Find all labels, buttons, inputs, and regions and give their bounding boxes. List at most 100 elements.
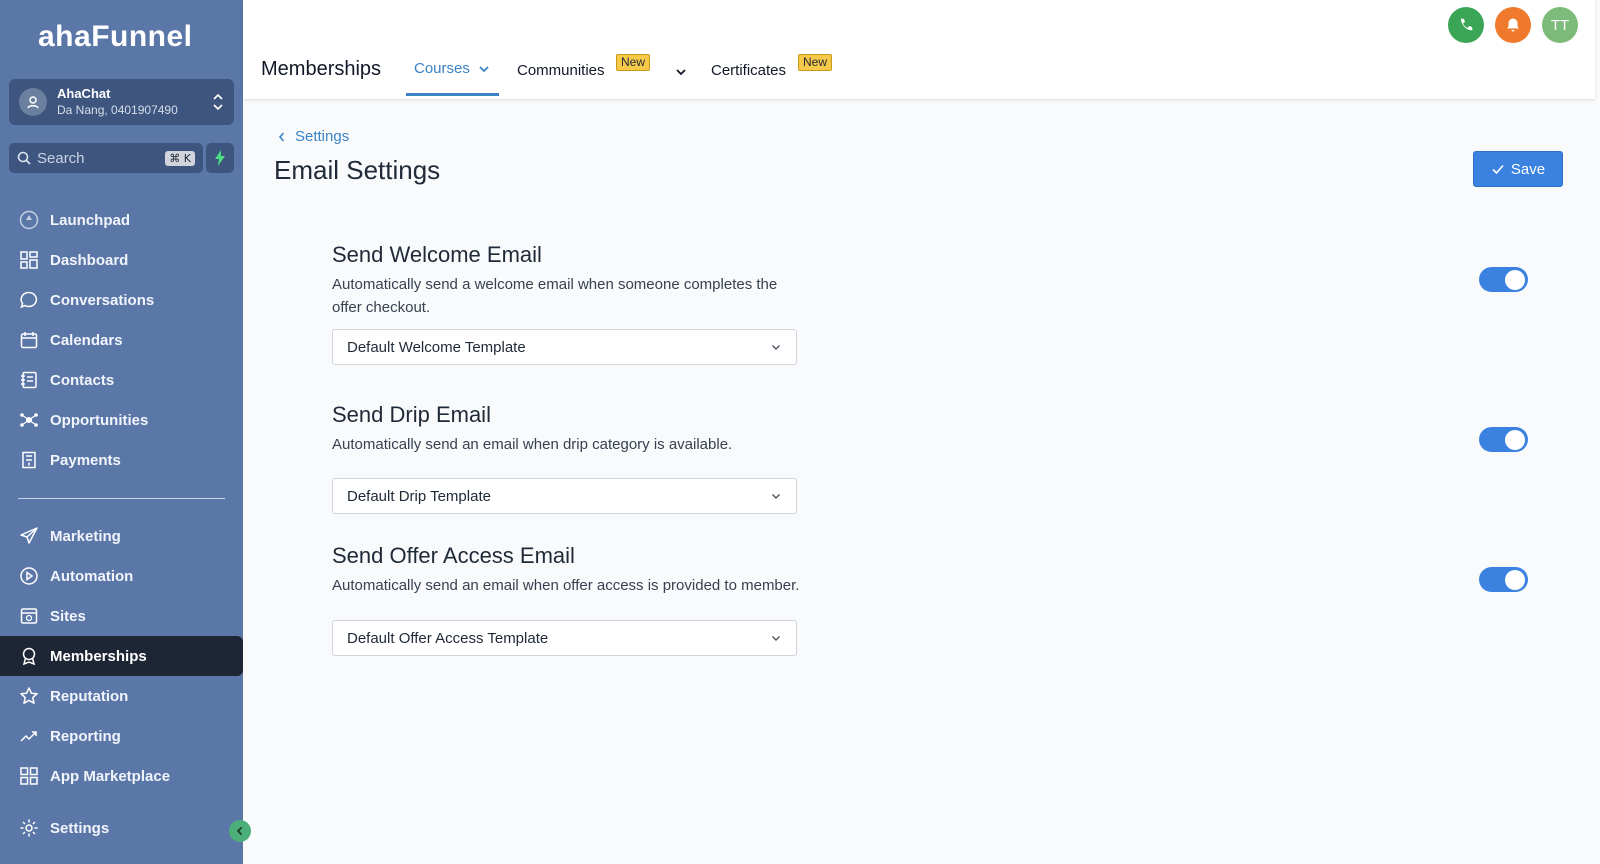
sidebar-item-label: Reputation xyxy=(50,687,129,705)
notifications-button[interactable] xyxy=(1495,7,1531,43)
save-label: Save xyxy=(1510,160,1546,178)
sidebar-item-label: Contacts xyxy=(50,371,115,389)
play-circle-icon xyxy=(18,565,40,587)
sidebar-item-conversations[interactable]: Conversations xyxy=(0,280,243,320)
offer-access-email-toggle[interactable] xyxy=(1479,567,1528,592)
rocket-icon xyxy=(18,209,40,231)
sidebar: ahaFunnel AhaChat Da Nang, 0401907490 Se… xyxy=(0,0,243,864)
account-switcher[interactable]: AhaChat Da Nang, 0401907490 xyxy=(9,79,234,125)
sidebar-item-memberships[interactable]: Memberships xyxy=(0,636,243,676)
phone-button[interactable] xyxy=(1448,7,1484,43)
search-icon xyxy=(17,151,31,165)
page-title: Email Settings xyxy=(274,155,441,185)
sidebar-item-payments[interactable]: Payments xyxy=(0,440,243,480)
drip-template-select[interactable]: Default Drip Template xyxy=(332,478,797,514)
select-value: Default Drip Template xyxy=(347,487,491,505)
tab-communities[interactable]: Communities xyxy=(517,62,605,79)
sidebar-item-automation[interactable]: Automation xyxy=(0,556,243,596)
welcome-email-description: Automatically send a welcome email when … xyxy=(332,276,778,316)
sidebar-item-label: Dashboard xyxy=(50,251,129,269)
account-location: Da Nang, 0401907490 xyxy=(57,103,178,117)
user-avatar[interactable]: TT xyxy=(1542,7,1578,43)
send-icon xyxy=(18,525,40,547)
quick-action-button[interactable] xyxy=(206,143,234,173)
globe-icon xyxy=(18,605,40,627)
search-placeholder: Search xyxy=(37,149,85,167)
search-input[interactable]: Search ⌘ K xyxy=(9,143,203,173)
phone-icon xyxy=(1460,18,1473,31)
tab-certificates[interactable]: Certificates xyxy=(711,62,786,79)
tab-label: Certificates xyxy=(711,62,787,79)
sidebar-item-settings[interactable]: Settings xyxy=(0,808,243,848)
sidebar-item-contacts[interactable]: Contacts xyxy=(0,360,243,400)
sidebar-item-label: Sites xyxy=(50,607,86,625)
sidebar-item-reputation[interactable]: Reputation xyxy=(0,676,243,716)
toggle-knob xyxy=(1505,269,1525,290)
sidebar-item-label: Conversations xyxy=(50,291,155,309)
active-tab-indicator xyxy=(406,93,499,96)
chevron-left-icon xyxy=(278,131,285,142)
sidebar-item-app-marketplace[interactable]: App Marketplace xyxy=(0,756,243,796)
account-name: AhaChat xyxy=(57,86,111,101)
receipt-icon xyxy=(18,449,40,471)
sidebar-item-launchpad[interactable]: Launchpad xyxy=(0,200,243,240)
drip-email-toggle[interactable] xyxy=(1479,427,1528,452)
gear-icon xyxy=(18,817,40,839)
star-icon xyxy=(18,685,40,707)
select-value: Default Offer Access Template xyxy=(347,629,549,647)
new-badge: New xyxy=(616,54,651,71)
sidebar-item-label: Reporting xyxy=(50,727,121,745)
badge-icon xyxy=(18,645,40,667)
drip-email-description: Automatically send an email when drip ca… xyxy=(332,436,733,453)
sidebar-item-label: Launchpad xyxy=(50,211,131,229)
avatar-initials: TT xyxy=(1550,16,1570,34)
top-bar: Memberships Courses Communities New Cert… xyxy=(243,0,1595,99)
contacts-icon xyxy=(18,369,40,391)
welcome-email-title: Send Welcome Email xyxy=(332,242,542,267)
section-title: Memberships xyxy=(261,58,382,80)
calendar-icon xyxy=(18,329,40,351)
apps-icon xyxy=(18,765,40,787)
brand-logo[interactable]: ahaFunnel xyxy=(38,20,193,54)
collapse-sidebar-button[interactable] xyxy=(229,820,251,842)
sidebar-divider xyxy=(18,498,225,499)
chevron-updown-icon xyxy=(213,93,223,111)
breadcrumb[interactable]: Settings xyxy=(277,128,349,145)
sidebar-item-sites[interactable]: Sites xyxy=(0,596,243,636)
chevron-down-icon xyxy=(772,636,780,641)
sidebar-item-calendars[interactable]: Calendars xyxy=(0,320,243,360)
sidebar-item-marketing[interactable]: Marketing xyxy=(0,516,243,556)
sidebar-item-label: Payments xyxy=(50,451,121,469)
toggle-knob xyxy=(1505,569,1525,590)
sidebar-item-label: Settings xyxy=(50,819,110,837)
tab-label: Communities xyxy=(517,62,605,79)
new-badge: New xyxy=(798,54,833,71)
check-icon xyxy=(1492,164,1504,175)
welcome-email-toggle[interactable] xyxy=(1479,267,1528,292)
save-button[interactable]: Save xyxy=(1473,151,1563,187)
sidebar-item-reporting[interactable]: Reporting xyxy=(0,716,243,756)
chevron-down-icon[interactable] xyxy=(675,66,687,78)
chevron-left-icon xyxy=(236,826,243,836)
offer-access-email-description: Automatically send an email when offer a… xyxy=(332,577,800,594)
offer-access-email-title: Send Offer Access Email xyxy=(332,543,575,568)
lightning-icon xyxy=(215,150,225,166)
chat-icon xyxy=(18,289,40,311)
offer-access-template-select[interactable]: Default Offer Access Template xyxy=(332,620,797,656)
sidebar-item-label: Marketing xyxy=(50,527,121,545)
network-icon xyxy=(18,409,40,431)
sidebar-item-label: Opportunities xyxy=(50,411,149,429)
sidebar-item-label: App Marketplace xyxy=(50,767,171,785)
grid-icon xyxy=(18,249,40,271)
welcome-template-select[interactable]: Default Welcome Template xyxy=(332,329,797,365)
chevron-down-icon xyxy=(479,65,489,72)
drip-email-title: Send Drip Email xyxy=(332,402,491,427)
search-shortcut: ⌘ K xyxy=(165,150,195,166)
breadcrumb-link[interactable]: Settings xyxy=(295,128,349,145)
sidebar-item-label: Automation xyxy=(50,567,134,585)
trend-icon xyxy=(18,725,40,747)
sidebar-item-opportunities[interactable]: Opportunities xyxy=(0,400,243,440)
chevron-down-icon xyxy=(772,494,780,499)
tab-courses[interactable]: Courses xyxy=(414,60,490,77)
sidebar-item-dashboard[interactable]: Dashboard xyxy=(0,240,243,280)
